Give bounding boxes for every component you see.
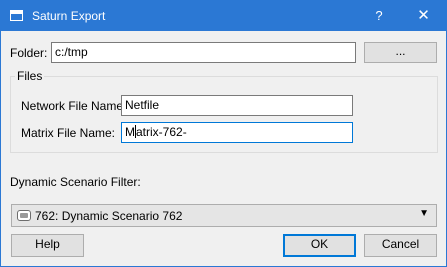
help-button[interactable]: Help: [11, 234, 84, 257]
matrix-text-start: M: [125, 125, 135, 139]
folder-label: Folder:: [10, 46, 48, 60]
cancel-button[interactable]: Cancel: [364, 234, 437, 257]
ok-button[interactable]: OK: [283, 234, 356, 257]
scenario-filter-label: Dynamic Scenario Filter:: [10, 175, 141, 189]
chevron-down-icon: ▼: [419, 208, 429, 219]
matrix-file-label: Matrix File Name:: [21, 126, 116, 140]
window-title: Saturn Export: [32, 9, 106, 23]
matrix-text-end: atrix-762-: [136, 125, 187, 139]
close-button[interactable]: ✕: [401, 1, 446, 31]
matrix-file-input[interactable]: Matrix-762-: [121, 122, 353, 143]
saturn-export-dialog: Saturn Export ? ✕ Folder: c:/tmp ... Fil…: [0, 0, 447, 267]
files-group-title: Files: [15, 69, 45, 83]
scenario-filter-dropdown[interactable]: 762: Dynamic Scenario 762 ▼: [11, 204, 437, 227]
window-icon: [10, 10, 23, 21]
network-file-input[interactable]: Netfile: [121, 95, 353, 116]
browse-button[interactable]: ...: [364, 42, 437, 63]
scenario-selected-value: 762: Dynamic Scenario 762: [35, 209, 183, 223]
scenario-icon: [17, 210, 31, 221]
network-file-label: Network File Name:: [21, 99, 127, 113]
title-bar[interactable]: Saturn Export ? ✕: [1, 1, 446, 31]
title-help-button[interactable]: ?: [361, 1, 397, 31]
folder-input[interactable]: c:/tmp: [51, 42, 356, 63]
